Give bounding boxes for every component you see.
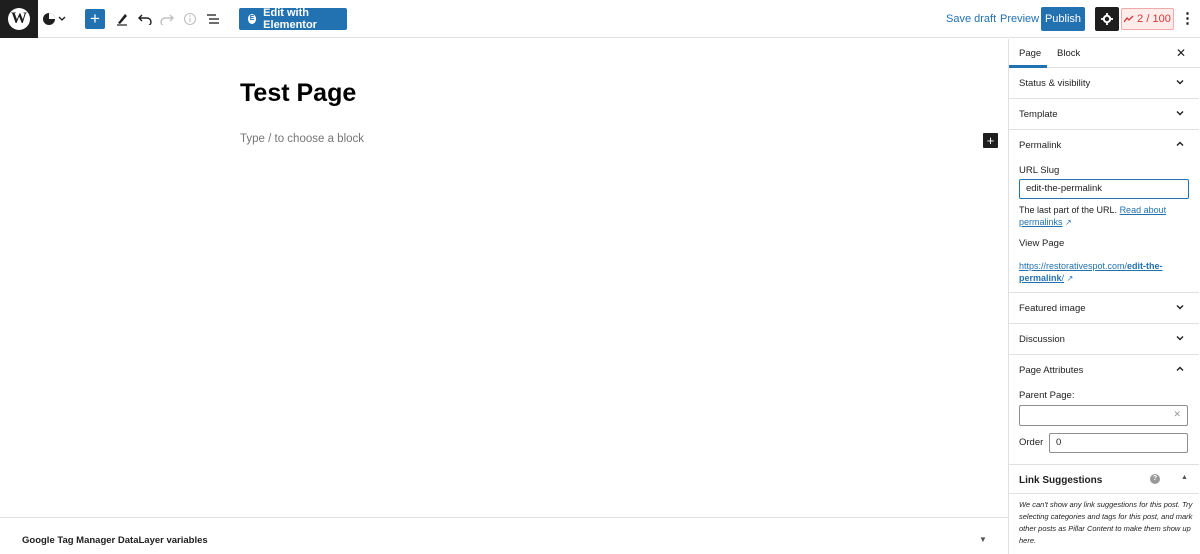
sidebar-tabs: Page Block ✕ [1009,39,1200,68]
tab-block[interactable]: Block [1057,48,1080,59]
parent-page-select[interactable]: ✕ [1019,405,1188,426]
site-icon-menu[interactable] [42,9,68,29]
metabox-toggle-icon[interactable]: ▼ [979,535,987,544]
panel-permalink-header[interactable]: Permalink [1009,130,1199,160]
options-button[interactable]: ⋮ [1180,9,1195,29]
url-slug-input[interactable]: edit-the-permalink [1019,179,1189,199]
undo-icon [138,14,152,25]
panel-title: Template [1019,109,1058,120]
chevron-down-icon [1176,111,1184,116]
editor-canvas: Test Page Type / to choose a block + [0,39,1008,517]
list-view-button[interactable] [203,9,223,29]
inline-add-block-button[interactable]: + [983,133,998,148]
chevron-up-icon [1176,141,1184,146]
site-avatar-icon [43,13,66,25]
details-button[interactable] [180,9,200,29]
tab-page[interactable]: Page [1019,48,1041,59]
editor-header: W + E Edit with Elementor Save draft Pre… [0,0,1200,38]
close-sidebar-button[interactable]: ✕ [1176,46,1186,60]
link-suggestions-text: We can't show any link suggestions for t… [1019,500,1193,545]
score-chart-icon [1124,15,1134,23]
external-link-icon: ↗ [1066,274,1074,283]
wordpress-logo-button[interactable]: W [0,0,38,38]
metabox-area: Google Tag Manager DataLayer variables ▼ [0,517,1008,554]
list-view-icon [207,14,219,24]
panel-title: Permalink [1019,140,1062,151]
parent-page-label: Parent Page: [1019,390,1075,401]
clear-icon[interactable]: ✕ [1173,409,1181,420]
order-label: Order [1019,437,1044,448]
view-page-link[interactable]: https://restorativespot.com/edit-the-per… [1019,260,1191,285]
panel-template[interactable]: Template [1009,99,1199,130]
external-link-icon: ↗ [1065,218,1072,227]
help-icon[interactable]: ? [1150,474,1160,484]
elementor-icon: E [248,14,257,24]
chevron-down-icon [1176,336,1184,341]
undo-button[interactable] [135,9,155,29]
chevron-up-icon [1176,366,1184,371]
permalink-help: The last part of the URL. Read about per… [1019,204,1191,229]
save-draft-button[interactable]: Save draft [946,13,996,25]
panel-permalink: Permalink URL Slug edit-the-permalink Th… [1009,130,1199,293]
permalink-help-text: The last part of the URL. [1019,205,1118,215]
panel-page-attributes: Page Attributes Parent Page: ✕ Order 0 [1009,355,1199,465]
more-vertical-icon: ⋮ [1180,10,1195,27]
add-block-button[interactable]: + [85,9,105,29]
gear-icon [1101,13,1113,25]
panel-featured-image[interactable]: Featured image [1009,293,1199,324]
pencil-icon [117,14,127,26]
close-icon: ✕ [1176,46,1187,60]
edit-with-elementor-label: Edit with Elementor [263,7,317,31]
view-url-suffix: / [1061,273,1065,283]
panel-title: Featured image [1019,303,1086,314]
seo-score-value: 2 / 100 [1137,13,1171,25]
info-icon [183,12,197,26]
block-placeholder[interactable]: Type / to choose a block [240,133,364,145]
preview-button[interactable]: Preview [1000,13,1039,25]
settings-button[interactable] [1095,7,1119,31]
chevron-down-icon [1176,305,1184,310]
url-slug-label: URL Slug [1019,165,1060,176]
panel-title: Status & visibility [1019,78,1091,89]
caret-up-icon[interactable]: ▲ [1181,474,1188,481]
settings-sidebar: Page Block ✕ Status & visibility Templat… [1008,39,1200,554]
panel-title: Page Attributes [1019,365,1084,376]
chevron-down-icon [1176,80,1184,85]
panel-page-attributes-header[interactable]: Page Attributes [1009,355,1199,385]
metabox-title[interactable]: Google Tag Manager DataLayer variables [22,535,208,546]
redo-button[interactable] [157,9,177,29]
view-url-base: https://restorativespot.com/ [1019,261,1128,271]
panel-status-visibility[interactable]: Status & visibility [1009,68,1199,99]
order-input[interactable]: 0 [1049,433,1188,453]
panel-title: Discussion [1019,334,1065,345]
publish-button[interactable]: Publish [1041,7,1085,31]
link-suggestions-title[interactable]: Link Suggestions [1019,475,1102,486]
wordpress-logo-icon: W [8,8,30,30]
divider [1009,493,1199,494]
panel-link-suggestions: Link Suggestions ? ▲ We can't show any l… [1009,465,1199,554]
view-page-label: View Page [1019,238,1065,249]
panel-discussion[interactable]: Discussion [1009,324,1199,355]
seo-score-button[interactable]: 2 / 100 [1121,8,1174,30]
edit-with-elementor-button[interactable]: E Edit with Elementor [239,7,347,31]
page-title[interactable]: Test Page [240,79,356,108]
tools-button[interactable] [112,9,132,29]
redo-icon [160,14,174,25]
